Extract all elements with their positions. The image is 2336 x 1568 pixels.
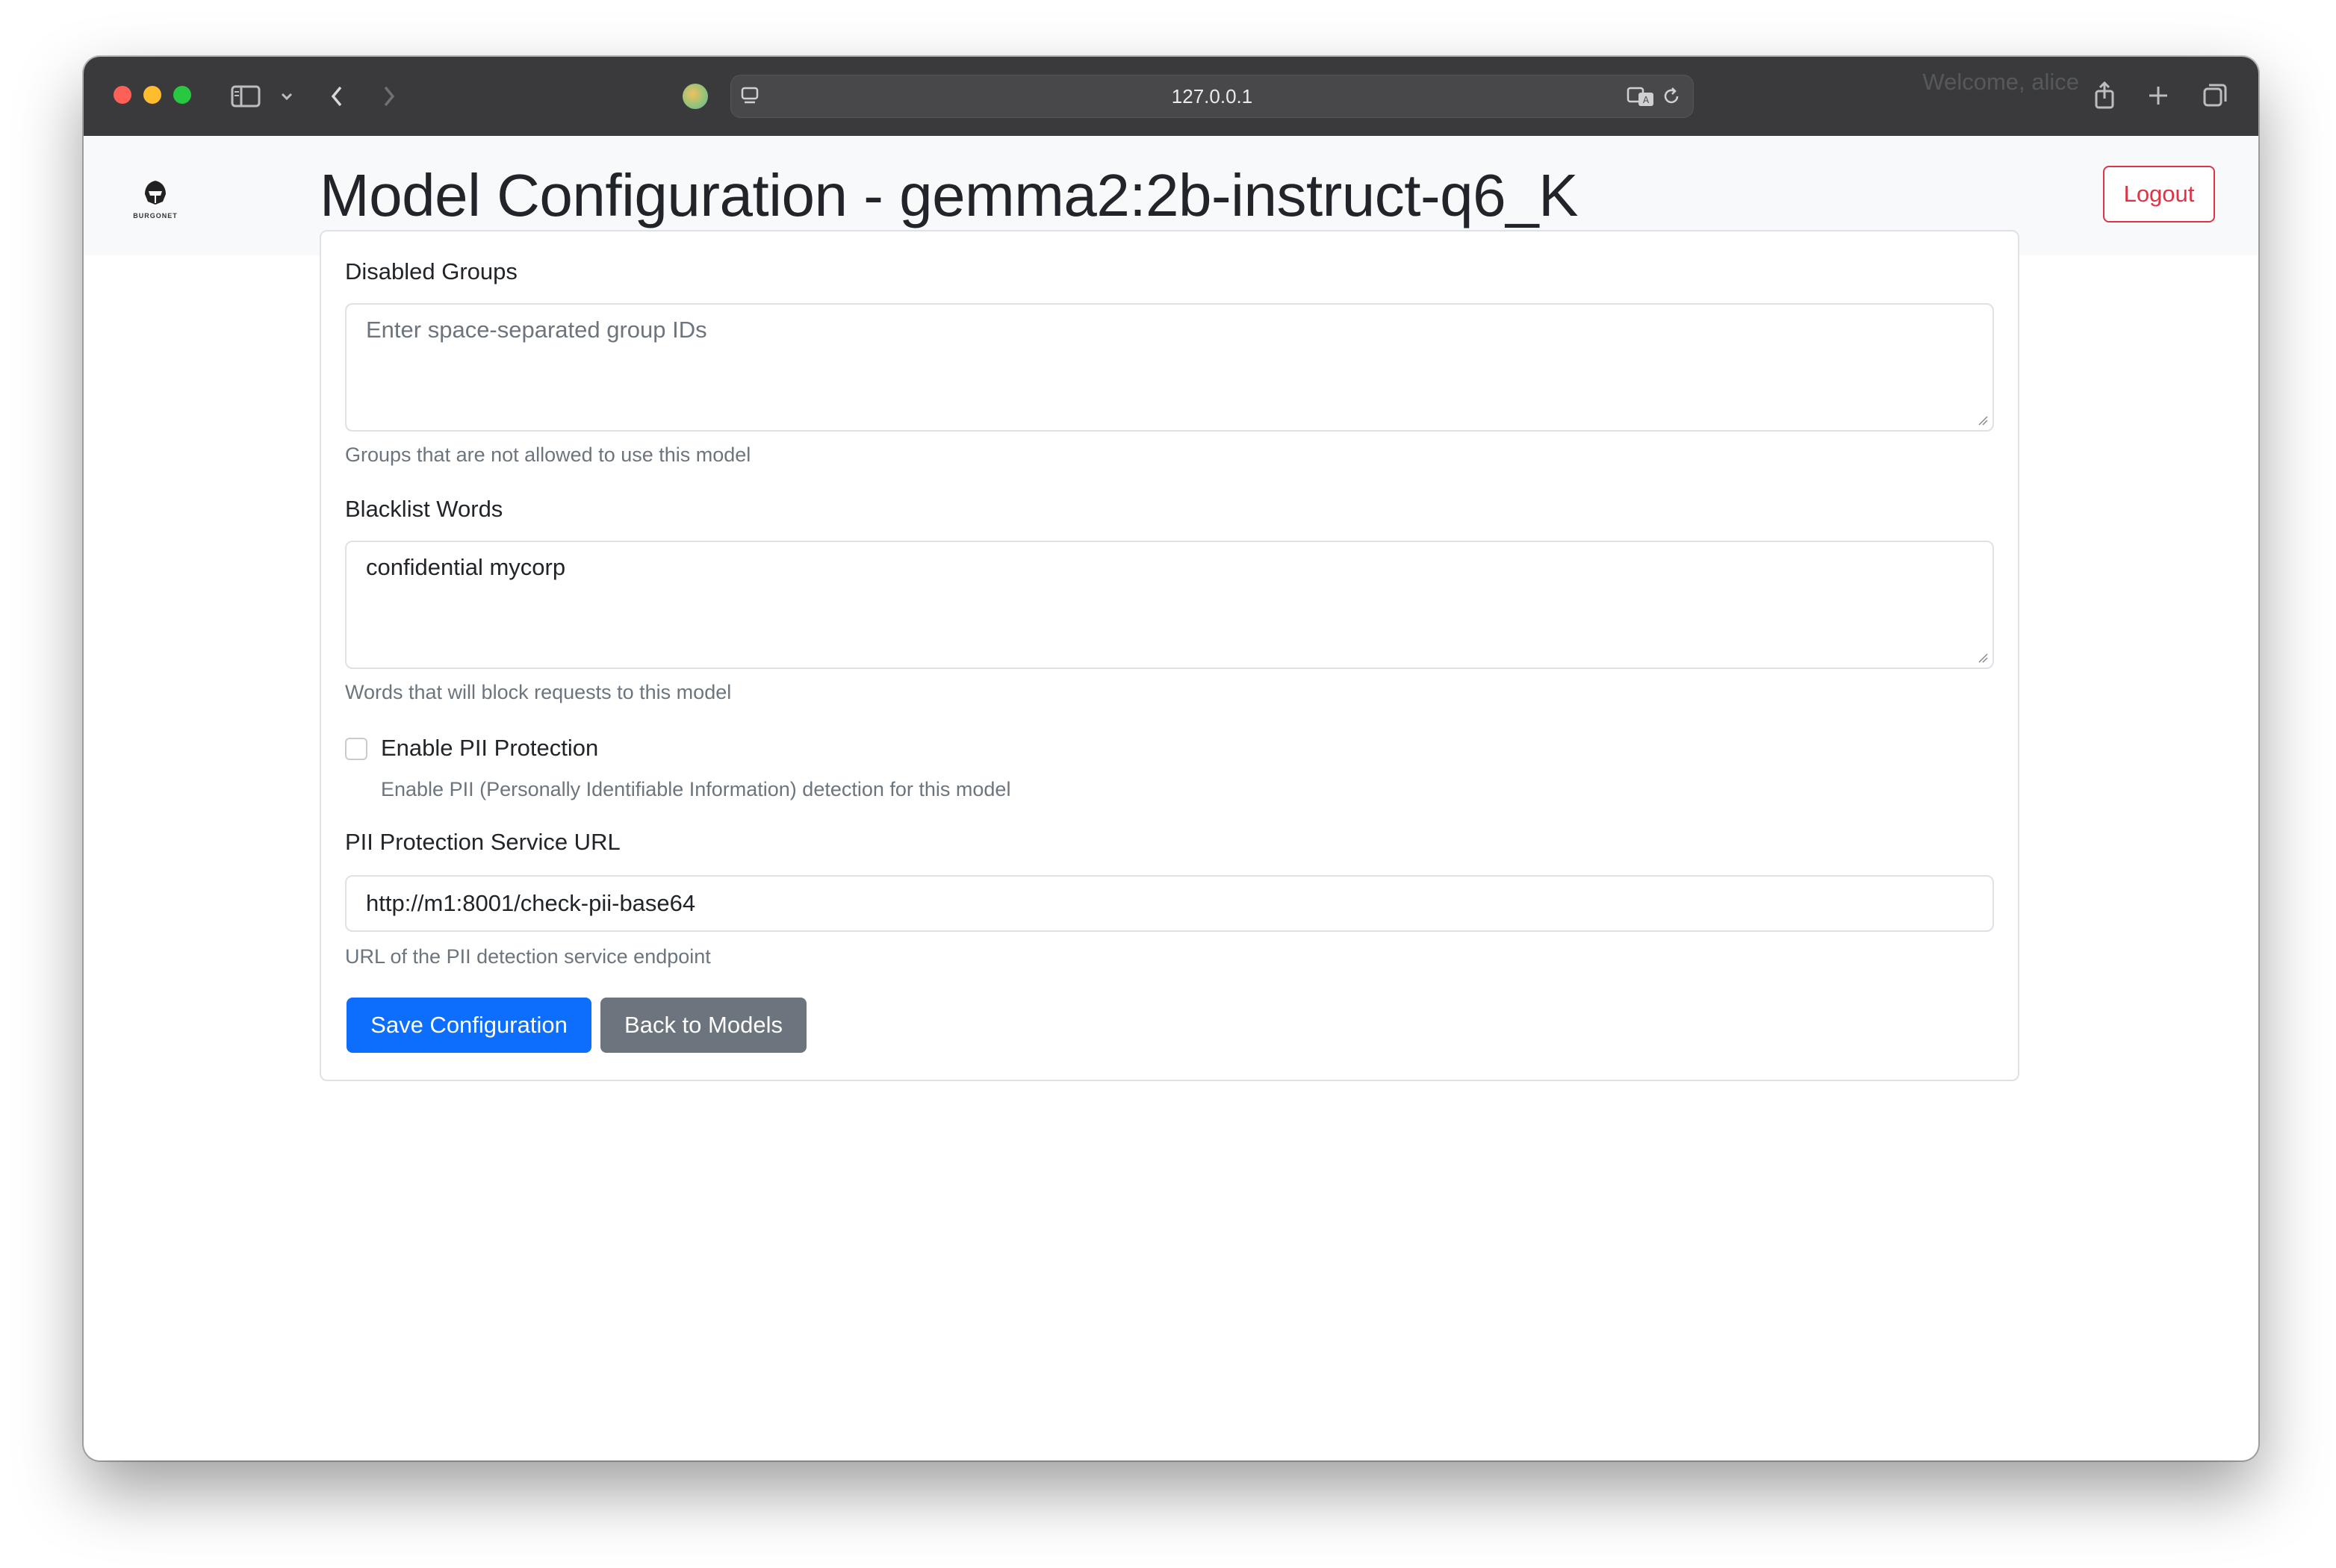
- translate-icon[interactable]: A: [1626, 84, 1656, 108]
- svg-text:A: A: [1643, 95, 1650, 105]
- disabled-groups-help: Groups that are not allowed to use this …: [345, 444, 751, 466]
- brand-name: BURGONET: [133, 212, 178, 220]
- reload-icon[interactable]: [1659, 84, 1684, 108]
- pii-protection-label[interactable]: Enable PII Protection: [381, 735, 598, 762]
- pii-protection-checkbox[interactable]: [345, 738, 367, 760]
- new-tab-icon[interactable]: [2142, 79, 2175, 112]
- site-favicon-icon: [683, 84, 708, 109]
- resize-handle-icon[interactable]: [1978, 653, 1988, 663]
- pii-protection-help: Enable PII (Personally Identifiable Info…: [381, 778, 1011, 800]
- logout-button[interactable]: Logout: [2103, 166, 2215, 223]
- zoom-window-button[interactable]: [173, 86, 191, 104]
- blacklist-words-help: Words that will block requests to this m…: [345, 681, 732, 703]
- chevron-down-icon[interactable]: [278, 85, 296, 108]
- resize-handle-icon[interactable]: [1978, 415, 1988, 426]
- address-bar[interactable]: 127.0.0.1 A: [730, 75, 1694, 118]
- forward-icon[interactable]: [376, 82, 402, 111]
- tab-overview-icon[interactable]: [2199, 79, 2231, 112]
- page-title: Model Configuration - gemma2:2b-instruct…: [320, 162, 1579, 228]
- back-to-models-button[interactable]: Back to Models: [600, 998, 807, 1053]
- save-configuration-button[interactable]: Save Configuration: [347, 998, 591, 1053]
- pii-url-help: URL of the PII detection service endpoin…: [345, 945, 711, 968]
- blacklist-words-textarea[interactable]: confidential mycorp: [345, 541, 1994, 669]
- share-icon[interactable]: [2088, 78, 2121, 113]
- welcome-text: Welcome, alice: [1922, 69, 2079, 95]
- disabled-groups-textarea[interactable]: Enter space-separated group IDs: [345, 303, 1994, 432]
- close-window-button[interactable]: [114, 86, 131, 104]
- sidebar-toggle-icon[interactable]: [229, 82, 263, 111]
- burgonet-logo[interactable]: BURGONET: [125, 176, 185, 221]
- config-form: Disabled Groups Enter space-separated gr…: [320, 230, 2019, 1081]
- pii-url-label: PII Protection Service URL: [345, 829, 621, 855]
- back-icon[interactable]: [324, 82, 350, 111]
- url-text[interactable]: 127.0.0.1: [731, 75, 1693, 117]
- blacklist-words-label: Blacklist Words: [345, 496, 503, 522]
- pii-url-input[interactable]: http://m1:8001/check-pii-base64: [345, 875, 1994, 932]
- browser-window: 127.0.0.1 A BURGONET Welcome, alice Logo…: [84, 57, 2258, 1460]
- disabled-groups-label: Disabled Groups: [345, 258, 518, 284]
- minimize-window-button[interactable]: [143, 86, 161, 104]
